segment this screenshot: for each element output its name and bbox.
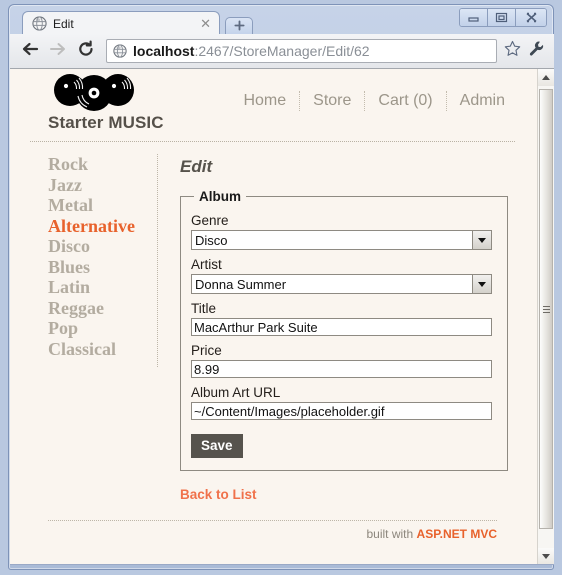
url-host: localhost [133, 43, 195, 59]
page-title: Edit [180, 157, 213, 176]
minimize-button[interactable] [460, 9, 488, 26]
genre-select[interactable]: Disco [191, 230, 492, 250]
genre-label: Latin [48, 277, 91, 297]
genre-item-blues[interactable]: Blues [48, 257, 157, 278]
maximize-button[interactable] [488, 9, 516, 26]
footer-text: built with [366, 527, 417, 541]
nav-link-cart[interactable]: Cart (0) [365, 91, 447, 111]
genre-sidebar: Rock Jazz Metal Alternative Disco Blues … [48, 154, 158, 367]
window-controls [459, 8, 547, 27]
content-wrapper: Rock Jazz Metal Alternative Disco Blues … [30, 142, 515, 504]
close-button[interactable] [516, 9, 546, 26]
genre-item-alternative[interactable]: Alternative [48, 216, 157, 237]
genre-label: Pop [48, 318, 79, 338]
title-input[interactable]: MacArthur Park Suite [191, 318, 492, 336]
genre-label: Classical [48, 338, 117, 359]
window-close-icon [525, 12, 538, 23]
genre-label: Rock [48, 154, 88, 174]
maximize-icon [495, 12, 508, 23]
main-column: Edit Album Genre Disco Artist Donna Summ… [180, 157, 515, 504]
album-art-url-input[interactable]: ~/Content/Images/placeholder.gif [191, 402, 492, 420]
url-text: localhost:2467/StoreManager/Edit/62 [133, 43, 492, 59]
browser-toolbar: localhost:2467/StoreManager/Edit/62 [10, 34, 554, 69]
genre-item-reggae[interactable]: Reggae [48, 298, 157, 319]
star-icon [504, 40, 521, 62]
fieldset-legend: Album [199, 189, 241, 204]
nav-link-admin[interactable]: Admin [447, 91, 509, 111]
new-tab-button[interactable] [225, 17, 253, 35]
browser-tab-edit[interactable]: Edit ✕ [22, 11, 220, 35]
back-arrow-icon [21, 41, 39, 62]
title-label: Title [191, 301, 217, 316]
scrollbar-grip-icon [542, 305, 550, 313]
globe-icon [113, 44, 127, 58]
nav-link-home[interactable]: Home [230, 91, 301, 111]
genre-item-rock[interactable]: Rock [48, 154, 157, 175]
web-page: Starter MUSIC Home Store Cart (0) Admin … [10, 69, 537, 564]
chevron-down-icon[interactable] [473, 230, 492, 250]
minimize-icon [467, 13, 480, 22]
site-header: Starter MUSIC Home Store Cart (0) Admin [30, 69, 515, 142]
nav-link-store[interactable]: Store [300, 91, 366, 111]
page-viewport: Starter MUSIC Home Store Cart (0) Admin … [10, 69, 554, 565]
reload-button[interactable] [72, 37, 100, 65]
genre-label: Reggae [48, 297, 104, 318]
page-footer: built with ASP.NET MVC [48, 520, 497, 541]
back-button[interactable] [16, 37, 44, 65]
main-navigation: Home Store Cart (0) Admin [230, 91, 509, 111]
album-art-url-label: Album Art URL [191, 385, 281, 400]
genre-item-latin[interactable]: Latin [48, 277, 157, 298]
save-button[interactable]: Save [191, 434, 243, 458]
album-fieldset: Album Genre Disco Artist Donna Summer Ti… [180, 189, 508, 471]
genre-label: Jazz [48, 174, 82, 195]
tab-title: Edit [53, 16, 74, 31]
genre-item-classical[interactable]: Classical [48, 339, 157, 360]
genre-select-value: Disco [191, 230, 473, 250]
forward-button[interactable] [44, 37, 72, 65]
plus-icon [233, 18, 245, 36]
footer-brand: ASP.NET MVC [416, 527, 497, 541]
site-title: Starter MUSIC [48, 113, 164, 132]
reload-icon [77, 40, 95, 63]
genre-label: Alternative [48, 215, 135, 236]
artist-label: Artist [191, 257, 222, 272]
scroll-down-arrow-icon[interactable] [538, 548, 554, 564]
price-label: Price [191, 343, 222, 358]
genre-label: Disco [48, 236, 90, 256]
wrench-icon [528, 40, 545, 62]
page-scrollbar[interactable] [537, 69, 554, 564]
genre-item-pop[interactable]: Pop [48, 318, 157, 339]
genre-label: Genre [191, 213, 229, 228]
scroll-up-arrow-icon[interactable] [538, 69, 554, 86]
bookmark-button[interactable] [501, 40, 523, 62]
genre-item-jazz[interactable]: Jazz [48, 175, 157, 196]
genre-list: Rock Jazz Metal Alternative Disco Blues … [48, 154, 157, 359]
forward-arrow-icon [49, 41, 67, 62]
chevron-down-icon[interactable] [473, 274, 492, 294]
address-bar[interactable]: localhost:2467/StoreManager/Edit/62 [106, 39, 497, 63]
artist-select-value: Donna Summer [191, 274, 473, 294]
genre-item-metal[interactable]: Metal [48, 195, 157, 216]
back-to-list-link[interactable]: Back to List [180, 487, 257, 502]
vinyl-records-logo[interactable] [48, 73, 140, 111]
globe-icon [32, 16, 47, 31]
artist-select[interactable]: Donna Summer [191, 274, 492, 294]
url-path: :2467/StoreManager/Edit/62 [194, 43, 370, 59]
tab-strip: Edit ✕ [9, 5, 553, 35]
genre-label: Blues [48, 256, 91, 277]
close-icon[interactable]: ✕ [200, 17, 211, 30]
price-input[interactable]: 8.99 [191, 360, 492, 378]
genre-label: Metal [48, 195, 93, 215]
browser-window: Edit ✕ localhost:2467/StoreManager/Edit/… [8, 4, 554, 570]
settings-menu-button[interactable] [523, 38, 549, 64]
genre-item-disco[interactable]: Disco [48, 236, 157, 257]
scrollbar-thumb[interactable] [539, 89, 553, 529]
